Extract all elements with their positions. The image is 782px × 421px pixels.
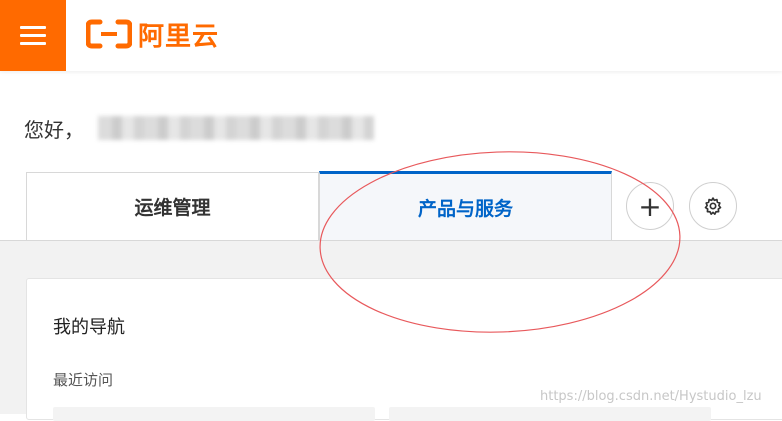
gear-icon [704, 197, 722, 215]
recent-visits-label: 最近访问 [53, 371, 114, 389]
tab-operations-management[interactable]: 运维管理 [26, 172, 319, 240]
tab-products-and-services[interactable]: 产品与服务 [319, 171, 612, 241]
greeting-text: 您好， [24, 118, 84, 142]
add-tab-button[interactable]: + [626, 182, 674, 230]
aliyun-logo-icon [86, 19, 132, 49]
tab-settings-button[interactable] [689, 182, 737, 230]
hamburger-menu-icon-bar [20, 42, 46, 45]
logo-text: 阿里云 [138, 21, 220, 52]
aliyun-logo[interactable]: 阿里云 [86, 17, 220, 52]
hamburger-menu-button[interactable] [0, 0, 66, 71]
top-header: 阿里云 [0, 0, 782, 71]
tab-label: 产品与服务 [417, 198, 513, 220]
hamburger-menu-icon [20, 26, 46, 29]
redacted-username [98, 116, 374, 140]
hamburger-menu-icon-bar [20, 34, 46, 37]
plus-icon: + [638, 189, 662, 223]
card-title: 我的导航 [53, 317, 125, 338]
tab-label: 运维管理 [134, 197, 211, 219]
recent-visit-item[interactable] [53, 407, 375, 421]
recent-visit-item[interactable] [389, 407, 711, 421]
watermark-text: https://blog.csdn.net/Hystudio_lzu [540, 389, 762, 404]
